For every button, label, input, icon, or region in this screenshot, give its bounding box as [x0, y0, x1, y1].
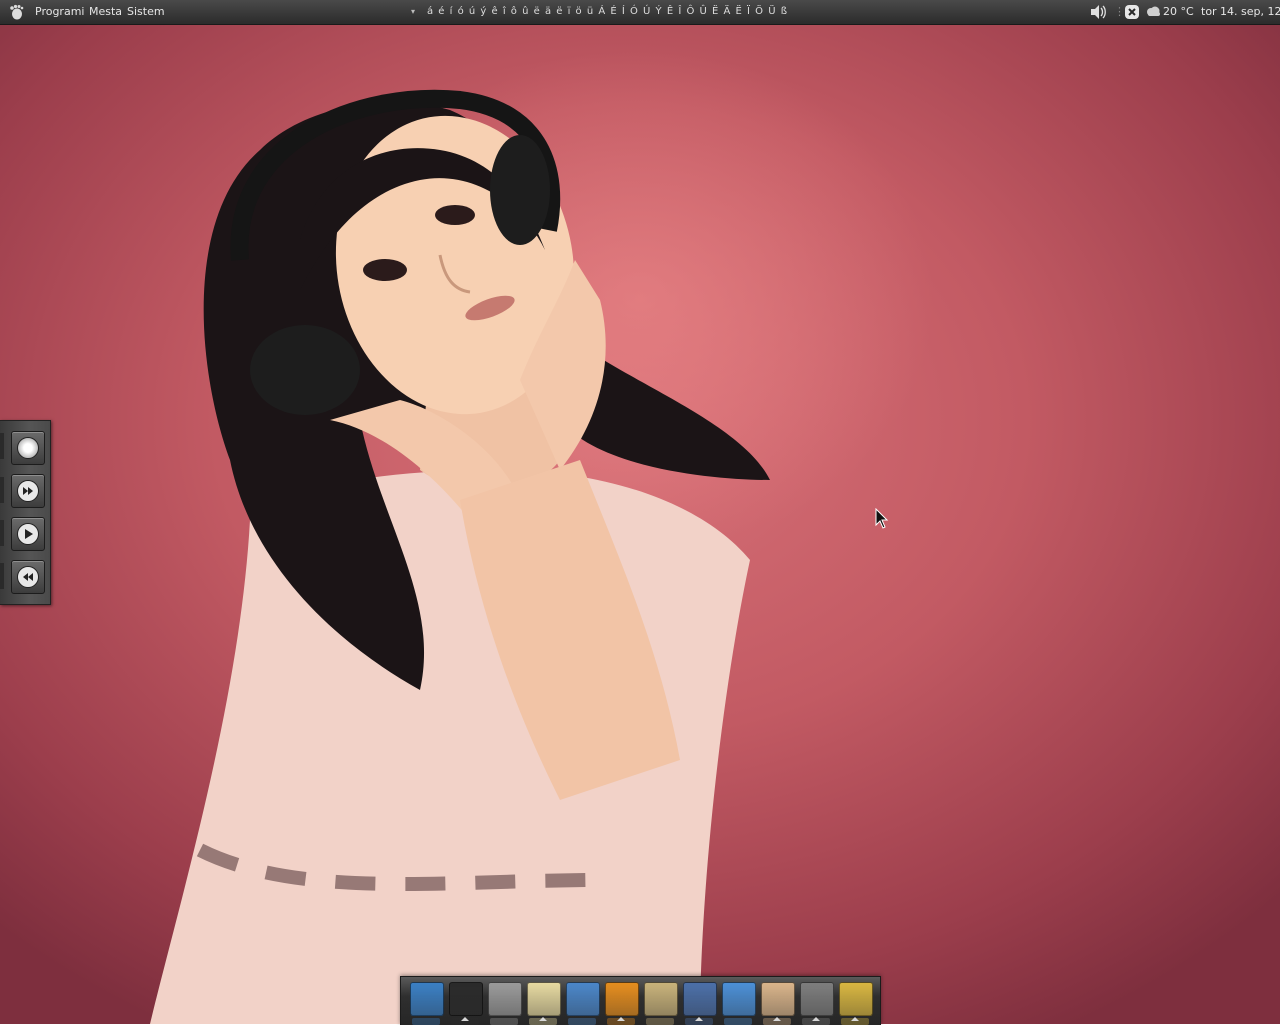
- activity-monitor-icon[interactable]: [449, 982, 483, 1016]
- mouse-cursor-icon: [875, 508, 889, 529]
- widget-handle[interactable]: [0, 563, 4, 589]
- character-palette[interactable]: á é í ó ú ý ê î ô û ë ä ë ï ö ü Á É Í Ó …: [427, 0, 788, 24]
- media-control-widget: [0, 420, 51, 605]
- menu-places[interactable]: Mesta: [89, 0, 122, 24]
- clock[interactable]: tor 14. sep, 12:45: [1201, 0, 1280, 24]
- speaker-icon[interactable]: [1089, 0, 1107, 24]
- system-monitor-icon[interactable]: [410, 982, 444, 1016]
- disk-utility-icon[interactable]: [566, 982, 600, 1016]
- tray-separator: ⋮: [1114, 5, 1125, 18]
- tie-icon[interactable]: [800, 982, 834, 1016]
- running-indicator: [695, 1017, 703, 1021]
- widget-handle[interactable]: [0, 477, 4, 503]
- running-indicator: [851, 1017, 859, 1021]
- cloud-icon[interactable]: [1145, 0, 1161, 24]
- weather-temperature[interactable]: 20 °C: [1163, 0, 1194, 24]
- menu-applications[interactable]: Programi: [35, 0, 84, 24]
- running-indicator: [773, 1017, 781, 1021]
- calculator-icon[interactable]: [488, 982, 522, 1016]
- top-panel: Programi Mesta Sistem ▾ á é í ó ú ý ê î …: [0, 0, 1280, 25]
- menu-system[interactable]: Sistem: [127, 0, 165, 24]
- text-editor-icon[interactable]: [527, 982, 561, 1016]
- wallpaper-photo: [150, 89, 770, 1024]
- char-palette-dropdown-icon[interactable]: ▾: [411, 0, 415, 24]
- dock: [400, 976, 881, 1025]
- running-indicator: [461, 1017, 469, 1021]
- x-circle-icon[interactable]: [1125, 0, 1139, 24]
- widget-handle[interactable]: [0, 520, 4, 546]
- widget-handle[interactable]: [0, 433, 4, 459]
- play-icon[interactable]: [11, 517, 45, 551]
- rhythmbox-icon[interactable]: [11, 431, 45, 465]
- network-icon[interactable]: [683, 982, 717, 1016]
- water-drop-icon[interactable]: [722, 982, 756, 1016]
- shell-icon[interactable]: [761, 982, 795, 1016]
- running-indicator: [812, 1017, 820, 1021]
- media-player-icon[interactable]: [605, 982, 639, 1016]
- archive-manager-icon[interactable]: [644, 982, 678, 1016]
- running-indicator: [617, 1017, 625, 1021]
- running-indicator: [539, 1017, 547, 1021]
- gnome-foot-icon[interactable]: [8, 0, 26, 24]
- next-track-icon[interactable]: [11, 474, 45, 508]
- previous-track-icon[interactable]: [11, 560, 45, 594]
- appearance-icon[interactable]: [839, 982, 873, 1016]
